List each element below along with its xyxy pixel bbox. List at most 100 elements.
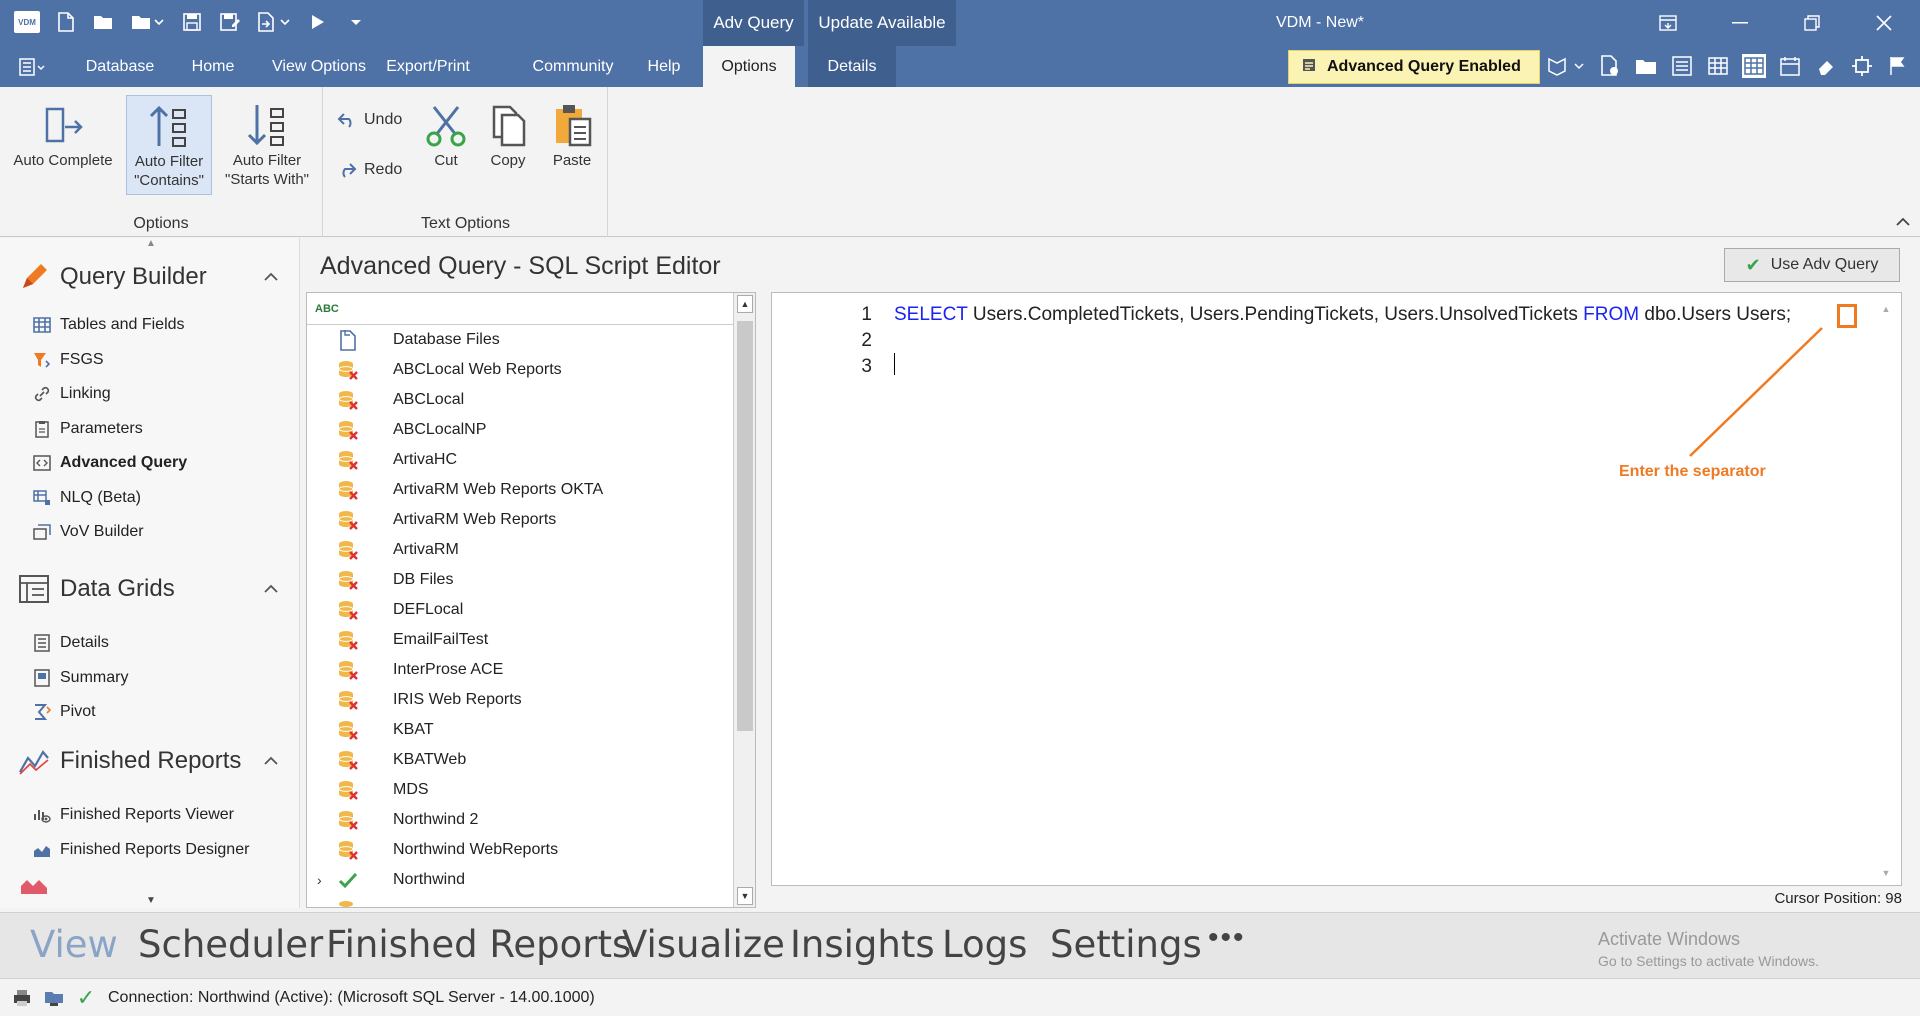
nav-item-pivot[interactable]: Pivot	[0, 695, 299, 730]
scroll-up-arrow-icon[interactable]: ▲	[737, 295, 753, 313]
close-icon[interactable]	[1848, 0, 1920, 46]
module-logs[interactable]: Logs	[942, 923, 1027, 966]
ribbon-display-icon[interactable]	[1632, 0, 1704, 46]
save-icon[interactable]	[180, 10, 204, 34]
tree-item[interactable]: ArtivaHC	[307, 445, 755, 475]
eraser-icon[interactable]	[1814, 54, 1838, 78]
app-logo[interactable]: VDM	[14, 11, 40, 33]
settings-gear-icon[interactable]	[1850, 54, 1874, 78]
chevron-up-icon[interactable]	[264, 269, 278, 286]
scroll-up-arrow-icon[interactable]: ▲	[1879, 301, 1893, 317]
module-view[interactable]: View	[30, 923, 118, 966]
more-modules-icon[interactable]: •••	[1208, 921, 1246, 955]
tree-item[interactable]: Northwind WebReports	[307, 835, 755, 865]
editor-scrollbar[interactable]: ▲ ▼	[1879, 301, 1893, 881]
module-settings[interactable]: Settings	[1050, 923, 1202, 966]
tree-item[interactable]: › Northwind	[307, 865, 755, 895]
list-view-icon[interactable]	[1670, 54, 1694, 78]
tree-item[interactable]: ArtivaRM	[307, 535, 755, 565]
chevron-up-icon[interactable]	[264, 581, 278, 598]
open-dropdown-icon[interactable]	[130, 10, 166, 34]
new-report-icon[interactable]	[1598, 54, 1622, 78]
save-as-icon[interactable]	[218, 10, 242, 34]
collapse-ribbon-icon[interactable]	[1896, 214, 1910, 230]
nav-scroll-down-icon[interactable]: ▼	[146, 895, 156, 906]
tab-community[interactable]: Community	[518, 46, 628, 87]
tree-item[interactable]: IRIS Web Reports	[307, 685, 755, 715]
server-folder-icon[interactable]	[44, 988, 64, 1008]
tree-item[interactable]: DEFLocal	[307, 595, 755, 625]
tree-item[interactable]: ArtivaRM Web Reports	[307, 505, 755, 535]
nav-item-advanced-query[interactable]: Advanced Query	[0, 446, 299, 481]
nav-item-summary[interactable]: Summary	[0, 661, 299, 696]
tab-help[interactable]: Help	[632, 46, 696, 87]
finished-reports-header[interactable]: Finished Reports	[0, 740, 299, 782]
tree-item[interactable]: Northwind 2	[307, 805, 755, 835]
folder-icon[interactable]	[1634, 54, 1658, 78]
tree-item[interactable]: DB Files	[307, 565, 755, 595]
tree-item[interactable]: EmailFailTest	[307, 625, 755, 655]
calendar-icon[interactable]	[1778, 54, 1802, 78]
auto-filter-contains-button[interactable]: Auto Filter "Contains"	[126, 95, 212, 195]
context-tab-adv-query[interactable]: Adv Query	[703, 0, 804, 46]
nav-scroll-up-icon[interactable]: ▲	[146, 238, 156, 249]
tree-item[interactable]: ABCLocal Web Reports	[307, 355, 755, 385]
nav-item-fsgs[interactable]: FSGS	[0, 343, 299, 378]
module-scheduler[interactable]: Scheduler	[138, 923, 323, 966]
auto-filter-starts-with-button[interactable]: Auto Filter "Starts With"	[218, 95, 316, 195]
cut-button[interactable]: Cut	[418, 95, 474, 195]
tree-item[interactable]: MDS	[307, 775, 755, 805]
tree-item[interactable]: ABCLocal	[307, 385, 755, 415]
customize-icon[interactable]	[344, 10, 368, 34]
undo-button[interactable]: Undo	[336, 111, 402, 129]
scrollbar-thumb[interactable]	[737, 321, 753, 731]
nav-item-finished-reports-designer[interactable]: Finished Reports Designer	[0, 833, 299, 868]
nav-item-nlq-beta[interactable]: NLQ (Beta)	[0, 481, 299, 516]
tab-home[interactable]: Home	[176, 46, 250, 87]
redo-button[interactable]: Redo	[336, 161, 402, 179]
minimize-icon[interactable]	[1704, 0, 1776, 46]
tab-export-print[interactable]: Export/Print	[358, 46, 498, 87]
tab-details[interactable]: Details	[808, 46, 896, 87]
open-icon[interactable]	[92, 10, 116, 34]
layout-dropdown-icon[interactable]	[1546, 54, 1586, 78]
nav-item-details[interactable]: Details	[0, 626, 299, 661]
run-icon[interactable]	[306, 10, 330, 34]
auto-complete-button[interactable]: Auto Complete	[8, 95, 118, 195]
tree-item[interactable]: Database Files	[307, 325, 755, 355]
context-tab-update-available[interactable]: Update Available	[808, 0, 956, 46]
printer-icon[interactable]	[12, 988, 32, 1008]
chevron-up-icon[interactable]	[264, 753, 278, 770]
nav-item-tables-and-fields[interactable]: Tables and Fields	[0, 308, 299, 343]
tree-item[interactable]: InterProse ACE	[307, 655, 755, 685]
use-adv-query-button[interactable]: ✔ Use Adv Query	[1724, 248, 1900, 282]
tree-scrollbar[interactable]: ▲ ▼	[733, 293, 755, 907]
query-builder-header[interactable]: Query Builder	[0, 256, 299, 298]
restore-icon[interactable]	[1776, 0, 1848, 46]
app-menu-icon[interactable]	[14, 54, 50, 80]
nav-item-linking[interactable]: Linking	[0, 377, 299, 412]
sql-editor[interactable]: 1 SELECT Users.CompletedTickets, Users.P…	[771, 292, 1902, 886]
tree-item[interactable]: KBAT	[307, 715, 755, 745]
grid-view-icon[interactable]	[1706, 54, 1730, 78]
nav-item-parameters[interactable]: Parameters	[0, 412, 299, 447]
module-visualize[interactable]: Visualize	[622, 923, 785, 966]
tab-options[interactable]: Options	[703, 46, 795, 87]
expand-chevron-icon[interactable]: ›	[317, 872, 322, 888]
data-grids-header[interactable]: Data Grids	[0, 568, 299, 610]
table-view-icon[interactable]	[1742, 54, 1766, 78]
flag-icon[interactable]	[1886, 54, 1910, 78]
tree-item[interactable]: ABCLocalNP	[307, 415, 755, 445]
tree-item[interactable]: KBATWeb	[307, 745, 755, 775]
tree-sort-header[interactable]: ABC	[307, 293, 755, 325]
paste-button[interactable]: Paste	[542, 95, 602, 195]
nav-item-finished-reports-viewer[interactable]: Finished Reports Viewer	[0, 798, 299, 833]
new-icon[interactable]	[54, 10, 78, 34]
scroll-down-arrow-icon[interactable]: ▼	[737, 887, 753, 905]
copy-button[interactable]: Copy	[480, 95, 536, 195]
tab-database[interactable]: Database	[68, 46, 172, 87]
module-insights[interactable]: Insights	[790, 923, 935, 966]
module-finished-reports[interactable]: Finished Reports	[326, 923, 631, 966]
nav-item-vov-builder[interactable]: VoV Builder	[0, 515, 299, 550]
tree-item[interactable]: ArtivaRM Web Reports OKTA	[307, 475, 755, 505]
